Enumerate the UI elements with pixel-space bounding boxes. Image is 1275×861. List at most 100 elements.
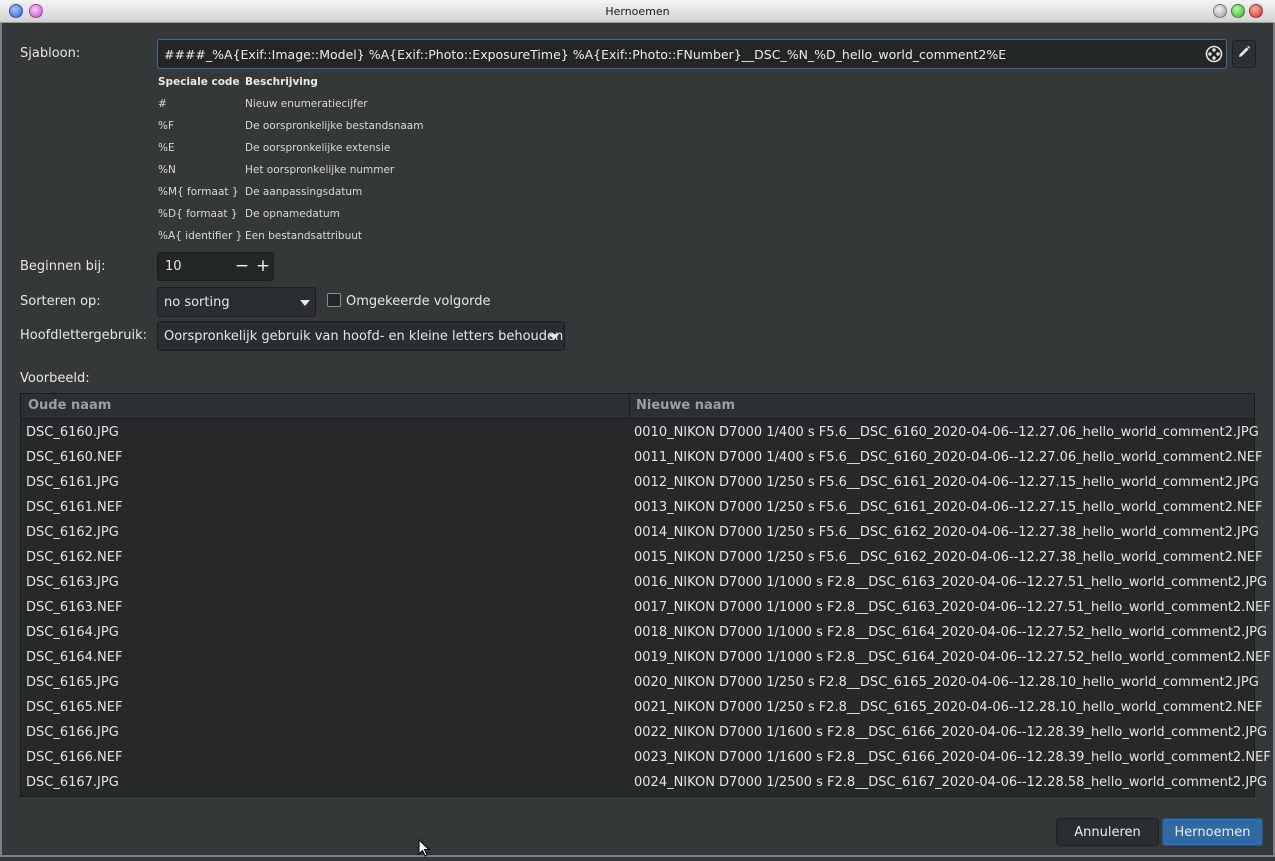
new-name-cell: 0020_NIKON D7000 1/250 s F2.8__DSC_6165_… [634, 675, 1259, 690]
special-code: %N [158, 164, 176, 176]
new-name-cell: 0023_NIKON D7000 1/1600 s F2.8__DSC_6166… [634, 750, 1271, 765]
preview-table-header: Oude naam Nieuwe naam [21, 394, 1254, 419]
table-row[interactable]: DSC_6166.NEF 0023_NIKON D7000 1/1600 s F… [21, 745, 1271, 770]
old-name-cell: DSC_6163.NEF [26, 600, 123, 615]
special-code-row: %F De oorspronkelijke bestandsnaam [158, 120, 458, 136]
old-name-cell: DSC_6164.NEF [26, 650, 123, 665]
special-code-description: De oorspronkelijke bestandsnaam [245, 120, 424, 132]
increment-button[interactable]: + [253, 256, 273, 277]
old-name-cell: DSC_6160.NEF [26, 450, 123, 465]
special-code-row: %D{ formaat } De opnamedatum [158, 208, 458, 224]
new-name-cell: 0019_NIKON D7000 1/1000 s F2.8__DSC_6164… [634, 650, 1271, 665]
chevron-down-icon [549, 334, 559, 340]
minimize-button[interactable] [1213, 4, 1227, 18]
special-code-description: Nieuw enumeratiecijfer [245, 98, 368, 110]
close-button[interactable] [1249, 4, 1263, 18]
chevron-down-icon [300, 300, 310, 306]
table-row[interactable]: DSC_6164.JPG 0018_NIKON D7000 1/1000 s F… [21, 620, 1267, 645]
table-row[interactable]: DSC_6161.NEF 0013_NIKON D7000 1/250 s F5… [21, 495, 1262, 520]
old-name-cell: DSC_6162.JPG [26, 525, 119, 540]
new-name-cell: 0016_NIKON D7000 1/1000 s F2.8__DSC_6163… [634, 575, 1268, 590]
column-header-old-name[interactable]: Oude naam [28, 398, 111, 413]
special-code-row: %N Het oorspronkelijke nummer [158, 164, 458, 180]
table-row[interactable]: DSC_6167.JPG 0024_NIKON D7000 1/2500 s F… [21, 770, 1267, 795]
old-name-cell: DSC_6164.JPG [26, 625, 119, 640]
case-dropdown-value: Oorspronkelijk gebruik van hoofd- en kle… [164, 329, 564, 344]
mouse-cursor-icon [418, 838, 431, 861]
new-name-cell: 0012_NIKON D7000 1/250 s F5.6__DSC_6161_… [634, 475, 1259, 490]
maximize-button[interactable] [1231, 4, 1245, 18]
new-name-cell: 0017_NIKON D7000 1/1000 s F2.8__DSC_6163… [634, 600, 1271, 615]
special-code-description: Een bestandsattribuut [245, 230, 363, 242]
case-dropdown[interactable]: Oorspronkelijk gebruik van hoofd- en kle… [157, 321, 565, 351]
new-name-cell: 0022_NIKON D7000 1/1600 s F2.8__DSC_6166… [634, 725, 1268, 740]
start-spinbox[interactable]: 10 − + [157, 252, 274, 281]
old-name-cell: DSC_6160.JPG [26, 425, 119, 440]
new-name-cell: 0018_NIKON D7000 1/1000 s F2.8__DSC_6164… [634, 625, 1268, 640]
special-code-description: De aanpassingsdatum [245, 186, 363, 198]
table-row[interactable]: DSC_6165.JPG 0020_NIKON D7000 1/250 s F2… [21, 670, 1259, 695]
film-reel-icon[interactable] [1203, 43, 1225, 65]
title-bar: Hernoemen [0, 0, 1275, 23]
table-row[interactable]: DSC_6162.NEF 0015_NIKON D7000 1/250 s F5… [21, 545, 1262, 570]
reverse-order-checkbox[interactable] [327, 293, 341, 307]
special-codes-header: Speciale code Beschrijving [158, 76, 458, 92]
new-name-cell: 0014_NIKON D7000 1/250 s F5.6__DSC_6162_… [634, 525, 1259, 540]
table-row[interactable]: DSC_6161.JPG 0012_NIKON D7000 1/250 s F5… [21, 470, 1259, 495]
special-code-row: # Nieuw enumeratiecijfer [158, 98, 458, 114]
special-code: # [158, 98, 167, 110]
pencil-icon [1237, 45, 1251, 63]
sort-label: Sorteren op: [20, 294, 101, 309]
table-row[interactable]: DSC_6162.JPG 0014_NIKON D7000 1/250 s F5… [21, 520, 1259, 545]
preview-table: Oude naam Nieuwe naam DSC_6160.JPG 0010_… [20, 393, 1271, 797]
special-code: %F [158, 120, 175, 132]
header-description: Beschrijving [245, 76, 318, 88]
table-row[interactable]: DSC_6166.JPG 0022_NIKON D7000 1/1600 s F… [21, 720, 1267, 745]
table-row[interactable]: DSC_6163.JPG 0016_NIKON D7000 1/1000 s F… [21, 570, 1267, 595]
window-title: Hernoemen [605, 5, 670, 18]
sort-dropdown[interactable]: no sorting [157, 287, 316, 317]
special-code-description: De oorspronkelijke extensie [245, 142, 391, 154]
special-code: %E [158, 142, 175, 154]
old-name-cell: DSC_6166.JPG [26, 725, 119, 740]
reverse-order-label[interactable]: Omgekeerde volgorde [346, 294, 491, 309]
template-edit-button[interactable] [1232, 40, 1256, 68]
old-name-cell: DSC_6165.JPG [26, 675, 119, 690]
old-name-cell: DSC_6161.NEF [26, 500, 123, 515]
special-code-description: Het oorspronkelijke nummer [245, 164, 395, 176]
old-name-cell: DSC_6167.JPG [26, 775, 119, 790]
cancel-button[interactable]: Annuleren [1056, 818, 1159, 846]
preview-label: Voorbeeld: [20, 371, 90, 386]
column-divider[interactable] [629, 394, 630, 418]
table-row[interactable]: DSC_6165.NEF 0021_NIKON D7000 1/250 s F2… [21, 695, 1262, 720]
special-code: %D{ formaat } [158, 208, 238, 220]
new-name-cell: 0011_NIKON D7000 1/400 s F5.6__DSC_6160_… [634, 450, 1263, 465]
column-header-new-name[interactable]: Nieuwe naam [636, 398, 735, 413]
template-input-text: ####_%A{Exif::Image::Model} %A{Exif::Pho… [164, 47, 1007, 62]
start-label: Beginnen bij: [20, 259, 106, 274]
table-row[interactable]: DSC_6160.NEF 0011_NIKON D7000 1/400 s F5… [21, 445, 1262, 470]
special-code-row: %E De oorspronkelijke extensie [158, 142, 458, 158]
sort-dropdown-value: no sorting [164, 295, 230, 310]
header-code: Speciale code [158, 76, 240, 88]
case-label: Hoofdlettergebruik: [20, 328, 148, 343]
special-code-description: De opnamedatum [245, 208, 340, 220]
special-code-row: %M{ formaat } De aanpassingsdatum [158, 186, 458, 202]
old-name-cell: DSC_6162.NEF [26, 550, 123, 565]
decrement-button[interactable]: − [232, 256, 252, 277]
old-name-cell: DSC_6165.NEF [26, 700, 123, 715]
old-name-cell: DSC_6161.JPG [26, 475, 119, 490]
table-row[interactable]: DSC_6163.NEF 0017_NIKON D7000 1/1000 s F… [21, 595, 1271, 620]
new-name-cell: 0013_NIKON D7000 1/250 s F5.6__DSC_6161_… [634, 500, 1263, 515]
special-code: %A{ identifier } [158, 230, 243, 242]
new-name-cell: 0024_NIKON D7000 1/2500 s F2.8__DSC_6167… [634, 775, 1268, 790]
new-name-cell: 0021_NIKON D7000 1/250 s F2.8__DSC_6165_… [634, 700, 1263, 715]
table-row[interactable]: DSC_6160.JPG 0010_NIKON D7000 1/400 s F5… [21, 420, 1259, 445]
special-code-row: %A{ identifier } Een bestandsattribuut [158, 230, 458, 246]
template-input[interactable]: ####_%A{Exif::Image::Model} %A{Exif::Pho… [157, 39, 1227, 69]
new-name-cell: 0015_NIKON D7000 1/250 s F5.6__DSC_6162_… [634, 550, 1263, 565]
table-row[interactable]: DSC_6164.NEF 0019_NIKON D7000 1/1000 s F… [21, 645, 1271, 670]
rename-button[interactable]: Hernoemen [1162, 818, 1263, 846]
old-name-cell: DSC_6166.NEF [26, 750, 123, 765]
start-value: 10 [165, 259, 182, 274]
